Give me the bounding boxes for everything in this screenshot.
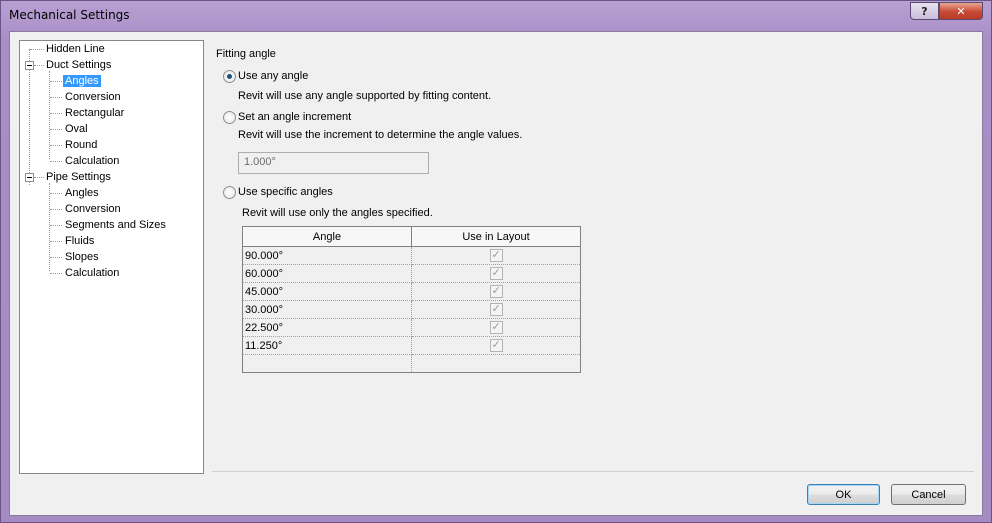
table-row[interactable]: 22.500° — [242, 318, 581, 337]
tree-item-pipe-calculation[interactable]: Calculation — [65, 265, 119, 281]
title-bar[interactable]: Mechanical Settings ? ✕ — [1, 1, 991, 31]
tree-line — [50, 193, 62, 194]
angle-cell[interactable]: 11.250° — [242, 336, 412, 355]
settings-tree[interactable]: Hidden Line Duct Settings Angles Convers… — [19, 40, 204, 474]
tree-line — [34, 65, 44, 66]
use-in-layout-cell[interactable] — [411, 318, 581, 337]
use-specific-angles-description: Revit will use only the angles specified… — [242, 207, 433, 219]
tree-item-pipe-conversion[interactable]: Conversion — [65, 201, 121, 217]
tree-line — [34, 177, 44, 178]
table-row[interactable]: 11.250° — [242, 336, 581, 355]
use-in-layout-cell[interactable] — [411, 264, 581, 283]
tree-line — [50, 81, 62, 82]
use-in-layout-cell-empty[interactable] — [411, 354, 581, 373]
tree-line — [50, 241, 62, 242]
set-angle-increment-label[interactable]: Set an angle increment — [238, 111, 351, 123]
use-in-layout-checkbox[interactable] — [489, 284, 503, 298]
tree-line — [30, 49, 44, 50]
tree-line — [50, 257, 62, 258]
tree-item-duct-conversion[interactable]: Conversion — [65, 89, 121, 105]
ok-button[interactable]: OK — [807, 484, 880, 505]
use-specific-angles-label[interactable]: Use specific angles — [238, 186, 333, 198]
mechanical-settings-dialog: Mechanical Settings ? ✕ Hidden Line Duct… — [0, 0, 992, 523]
table-row[interactable]: 30.000° — [242, 300, 581, 319]
set-angle-increment-radio[interactable] — [223, 111, 236, 124]
tree-item-duct-calculation[interactable]: Calculation — [65, 153, 119, 169]
help-button[interactable]: ? — [910, 2, 939, 20]
tree-item-duct-rectangular[interactable]: Rectangular — [65, 105, 124, 121]
column-header-angle[interactable]: Angle — [242, 226, 412, 247]
tree-line — [50, 97, 62, 98]
cancel-button[interactable]: Cancel — [891, 484, 966, 505]
table-header-row: Angle Use in Layout — [242, 226, 581, 247]
tree-item-hidden-line[interactable]: Hidden Line — [46, 41, 105, 57]
set-angle-increment-description: Revit will use the increment to determin… — [238, 129, 523, 141]
table-row[interactable]: 90.000° — [242, 246, 581, 265]
table-empty-row[interactable] — [242, 354, 581, 373]
use-any-angle-radio[interactable] — [223, 70, 236, 83]
tree-line — [50, 225, 62, 226]
tree-line — [50, 145, 62, 146]
use-in-layout-checkbox[interactable] — [489, 320, 503, 334]
use-in-layout-checkbox[interactable] — [489, 266, 503, 280]
tree-item-duct-settings[interactable]: Duct Settings — [46, 57, 111, 73]
angle-cell-empty[interactable] — [242, 354, 412, 373]
angle-increment-input[interactable]: 1.000° — [238, 152, 429, 174]
angle-cell[interactable]: 30.000° — [242, 300, 412, 319]
use-specific-angles-radio[interactable] — [223, 186, 236, 199]
tree-item-pipe-fluids[interactable]: Fluids — [65, 233, 94, 249]
use-in-layout-checkbox[interactable] — [489, 248, 503, 262]
angle-cell[interactable]: 90.000° — [242, 246, 412, 265]
tree-item-duct-angles[interactable]: Angles — [63, 73, 101, 89]
tree-item-pipe-angles[interactable]: Angles — [65, 185, 99, 201]
use-in-layout-cell[interactable] — [411, 336, 581, 355]
use-in-layout-cell[interactable] — [411, 246, 581, 265]
tree-line — [50, 113, 62, 114]
tree-item-duct-oval[interactable]: Oval — [65, 121, 88, 137]
tree-line — [50, 273, 62, 274]
fitting-angle-panel: Fitting angle Use any angle Revit will u… — [212, 40, 974, 472]
tree-line — [50, 209, 62, 210]
use-any-angle-label[interactable]: Use any angle — [238, 70, 308, 82]
use-in-layout-checkbox[interactable] — [489, 302, 503, 316]
tree-line — [50, 161, 62, 162]
tree-item-pipe-segments-and-sizes[interactable]: Segments and Sizes — [65, 217, 166, 233]
dialog-client-area: Hidden Line Duct Settings Angles Convers… — [9, 31, 983, 516]
close-button[interactable]: ✕ — [939, 2, 983, 20]
collapse-duct-settings-icon[interactable] — [25, 61, 34, 70]
section-title: Fitting angle — [216, 48, 276, 60]
use-in-layout-cell[interactable] — [411, 282, 581, 301]
window-title: Mechanical Settings — [9, 8, 130, 22]
tree-item-pipe-slopes[interactable]: Slopes — [65, 249, 99, 265]
table-row[interactable]: 60.000° — [242, 264, 581, 283]
use-any-angle-description: Revit will use any angle supported by fi… — [238, 90, 492, 102]
tree-item-pipe-settings[interactable]: Pipe Settings — [46, 169, 111, 185]
use-in-layout-checkbox[interactable] — [489, 338, 503, 352]
angle-cell[interactable]: 22.500° — [242, 318, 412, 337]
column-header-use-in-layout[interactable]: Use in Layout — [411, 226, 581, 247]
angles-table[interactable]: Angle Use in Layout 90.000° 60.000° 45.0… — [242, 226, 581, 373]
tree-item-duct-round[interactable]: Round — [65, 137, 97, 153]
use-in-layout-cell[interactable] — [411, 300, 581, 319]
close-icon: ✕ — [956, 4, 966, 18]
tree-line — [50, 129, 62, 130]
angle-cell[interactable]: 45.000° — [242, 282, 412, 301]
table-row[interactable]: 45.000° — [242, 282, 581, 301]
angle-cell[interactable]: 60.000° — [242, 264, 412, 283]
collapse-pipe-settings-icon[interactable] — [25, 173, 34, 182]
